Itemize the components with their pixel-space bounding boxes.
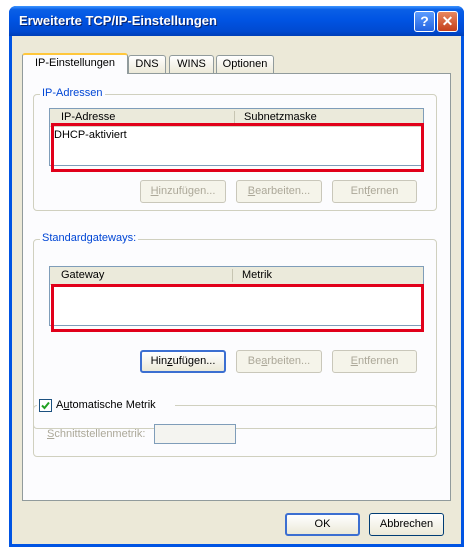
gateway-add-button[interactable]: Hinzufügen... (140, 350, 226, 373)
highlight-box-ip-list (51, 123, 424, 172)
tab-optionen[interactable]: Optionen (216, 55, 274, 73)
dialog-client-area: IP-Einstellungen DNS WINS Optionen IP-Ad… (12, 36, 461, 544)
help-button[interactable]: ? (414, 11, 435, 32)
ip-addresses-legend: IP-Adressen (40, 87, 105, 99)
highlight-box-gateway-list (51, 284, 424, 332)
tab-panel-ip-settings: IP-Adressen IP-Adresse Subnetzmaske DHCP… (22, 73, 451, 501)
auto-metric-row: Automatische Metrik (37, 399, 175, 413)
checkmark-icon (41, 401, 50, 410)
column-metric[interactable]: Metrik (242, 269, 272, 281)
dialog-window: Erweiterte TCP/IP-Einstellungen ? ✕ IP-E… (9, 6, 464, 547)
dialog-title: Erweiterte TCP/IP-Einstellungen (19, 13, 217, 28)
ip-add-button: Hinzufügen... (140, 180, 226, 203)
gateways-legend: Standardgateways: (40, 232, 139, 244)
column-divider (232, 269, 233, 282)
auto-metric-checkbox[interactable] (39, 399, 52, 412)
ip-remove-button: Entfernen (332, 180, 417, 203)
tab-ip-einstellungen[interactable]: IP-Einstellungen (22, 53, 128, 74)
ip-edit-button: Bearbeiten... (236, 180, 322, 203)
cancel-button[interactable]: Abbrechen (369, 513, 444, 536)
column-subnet-mask[interactable]: Subnetzmaske (244, 111, 317, 123)
column-ip-address[interactable]: IP-Adresse (61, 111, 115, 123)
interface-metric-label: Schnittstellenmetrik: (47, 428, 146, 440)
tab-wins[interactable]: WINS (169, 55, 214, 73)
title-bar[interactable]: Erweiterte TCP/IP-Einstellungen ? ✕ (9, 6, 464, 36)
close-button[interactable]: ✕ (437, 11, 458, 32)
column-gateway[interactable]: Gateway (61, 269, 104, 281)
interface-metric-input (154, 424, 236, 444)
gateway-edit-button: Bearbeiten... (236, 350, 322, 373)
gateway-remove-button: Entfernen (332, 350, 417, 373)
auto-metric-label[interactable]: Automatische Metrik (56, 399, 156, 411)
tab-dns[interactable]: DNS (128, 55, 166, 73)
ok-button[interactable]: OK (285, 513, 360, 536)
gateway-list-header: Gateway Metrik (50, 267, 423, 285)
